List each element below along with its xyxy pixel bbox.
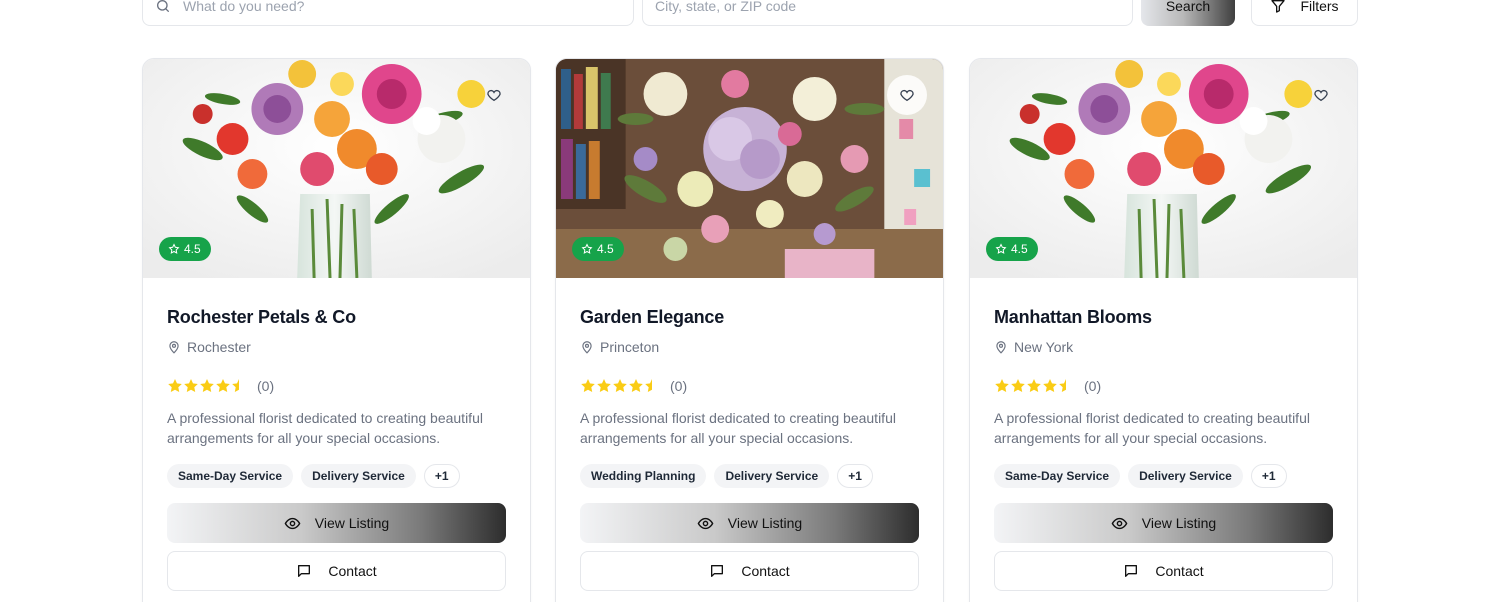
heart-icon [900, 89, 914, 102]
location-text: Princeton [600, 339, 660, 355]
contact-label: Contact [1155, 563, 1204, 579]
view-listing-label: View Listing [727, 515, 803, 531]
star-rating: (0) [580, 378, 919, 394]
star-rating: (0) [167, 378, 506, 394]
contact-button[interactable]: Contact [994, 551, 1333, 591]
eye-icon [1111, 517, 1128, 529]
more-tags-badge[interactable]: +1 [1250, 464, 1287, 488]
favorite-button[interactable] [474, 75, 514, 115]
rating-value: 4.5 [1011, 242, 1028, 256]
service-tags: Same-Day Service Delivery Service +1 [994, 464, 1333, 488]
favorite-button[interactable] [1301, 75, 1341, 115]
contact-label: Contact [741, 563, 790, 579]
stars-icon [581, 379, 652, 392]
message-square-icon [298, 565, 311, 577]
star-outline-icon [581, 243, 593, 254]
service-tag: Same-Day Service [994, 464, 1121, 488]
service-tag: Delivery Service [714, 464, 830, 488]
heart-icon [487, 89, 501, 102]
location-text: New York [1014, 339, 1074, 355]
listing-photo[interactable]: 4.5 [556, 59, 943, 278]
view-listing-label: View Listing [314, 515, 390, 531]
review-count: (0) [257, 378, 275, 394]
contact-button[interactable]: Contact [580, 551, 919, 591]
rating-badge: 4.5 [572, 237, 624, 261]
location-input-placeholder: City, state, or ZIP code [655, 0, 797, 14]
listing-title[interactable]: Garden Elegance [580, 306, 919, 328]
view-listing-button[interactable]: View Listing [580, 503, 919, 543]
rating-badge: 4.5 [986, 237, 1038, 261]
message-square-icon [1125, 565, 1138, 577]
map-pin-icon [582, 341, 592, 354]
more-tags-badge[interactable]: +1 [423, 464, 460, 488]
eye-icon [697, 517, 714, 529]
map-pin-icon [996, 341, 1006, 354]
search-input[interactable]: What do you need? [142, 0, 634, 26]
view-listing-label: View Listing [1141, 515, 1217, 531]
favorite-button[interactable] [887, 75, 927, 115]
listing-card[interactable]: 4.5 Manhattan Blooms New York (0) A prof… [969, 58, 1358, 602]
more-tags-badge[interactable]: +1 [837, 464, 873, 488]
service-tag: Wedding Planning [580, 464, 707, 488]
rating-value: 4.5 [597, 242, 614, 256]
star-outline-icon [168, 243, 180, 254]
search-bar: What do you need? City, state, or ZIP co… [142, 0, 1358, 26]
search-icon [157, 0, 169, 12]
listing-location: Rochester [167, 338, 506, 356]
eye-icon [284, 517, 301, 529]
service-tag: Same-Day Service [167, 464, 294, 488]
listing-description: A professional florist dedicated to crea… [580, 410, 896, 446]
listing-title[interactable]: Manhattan Blooms [994, 306, 1333, 328]
service-tag: Delivery Service [1128, 464, 1243, 488]
stars-icon [168, 379, 239, 392]
review-count: (0) [1084, 378, 1102, 394]
listing-photo[interactable]: 4.5 [143, 59, 530, 278]
listing-description: A professional florist dedicated to crea… [167, 410, 483, 446]
filters-button-label: Filters [1300, 0, 1339, 14]
listing-card[interactable]: 4.5 Garden Elegance Princeton (0) A prof… [555, 58, 944, 602]
rating-badge: 4.5 [159, 237, 211, 261]
message-square-icon [711, 565, 724, 577]
service-tags: Wedding Planning Delivery Service +1 [580, 464, 919, 488]
service-tag: Delivery Service [301, 464, 416, 488]
filters-button[interactable]: Filters [1251, 0, 1358, 26]
location-input[interactable]: City, state, or ZIP code [642, 0, 1133, 26]
heart-icon [1314, 89, 1328, 102]
star-outline-icon [995, 243, 1007, 254]
contact-label: Contact [328, 563, 377, 579]
star-rating: (0) [994, 378, 1333, 394]
listing-photo[interactable]: 4.5 [970, 59, 1357, 278]
listing-card[interactable]: 4.5 Rochester Petals & Co Rochester (0) … [142, 58, 531, 602]
rating-value: 4.5 [184, 242, 201, 256]
listing-description: A professional florist dedicated to crea… [994, 410, 1310, 446]
contact-button[interactable]: Contact [167, 551, 506, 591]
review-count: (0) [670, 378, 688, 394]
listing-location: Princeton [580, 338, 919, 356]
filter-icon [1271, 0, 1286, 13]
stars-icon [995, 379, 1066, 392]
search-button-label: Search [1165, 0, 1211, 14]
search-input-placeholder: What do you need? [183, 0, 305, 14]
listing-location: New York [994, 338, 1333, 356]
search-button[interactable]: Search [1141, 0, 1235, 26]
listing-title[interactable]: Rochester Petals & Co [167, 306, 506, 328]
view-listing-button[interactable]: View Listing [167, 503, 506, 543]
service-tags: Same-Day Service Delivery Service +1 [167, 464, 506, 488]
view-listing-button[interactable]: View Listing [994, 503, 1333, 543]
location-text: Rochester [187, 339, 251, 355]
map-pin-icon [169, 341, 179, 354]
